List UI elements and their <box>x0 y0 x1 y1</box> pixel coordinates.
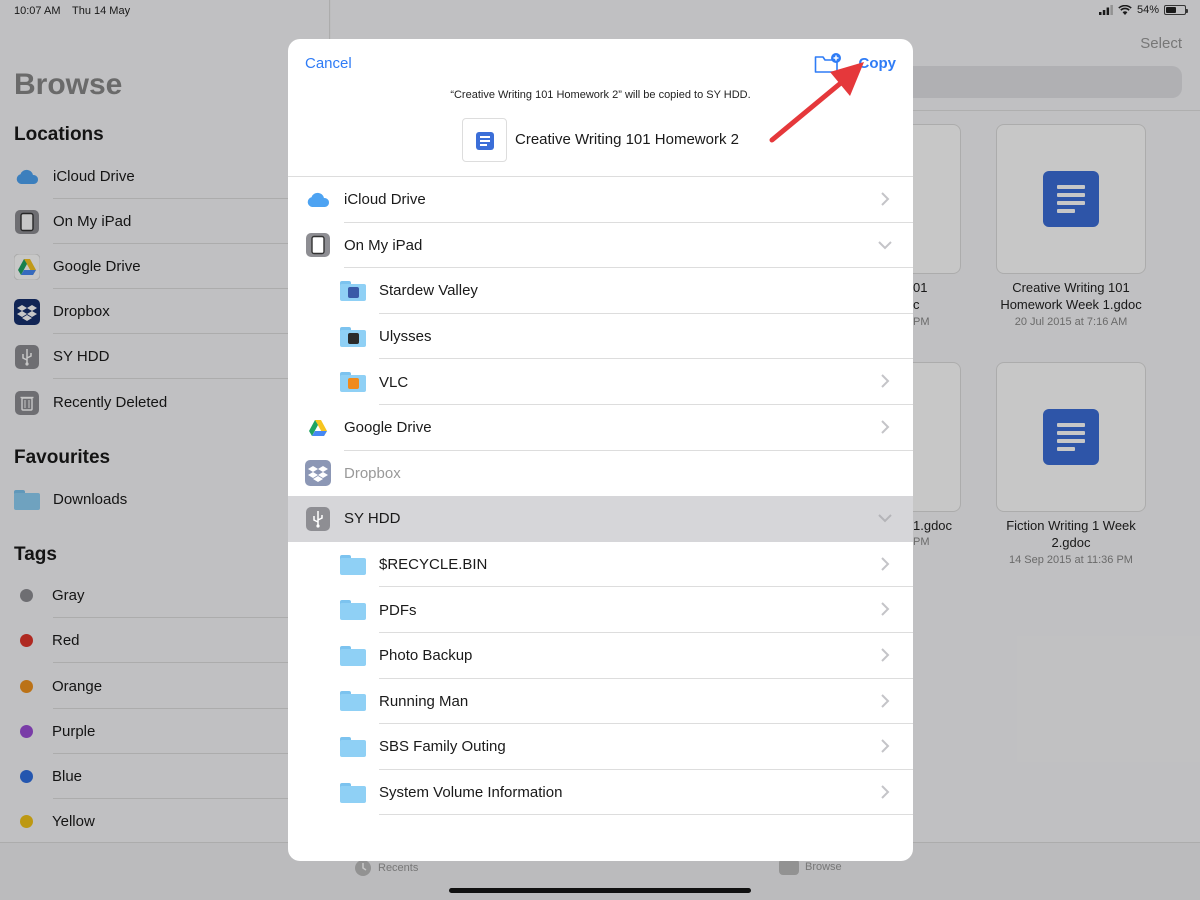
vlc-folder-icon <box>340 369 366 395</box>
chevron-down-icon <box>878 240 892 250</box>
row-label: System Volume Information <box>379 784 563 802</box>
folder-icon <box>340 688 366 714</box>
location-row-pdfs[interactable]: PDFs <box>288 587 913 633</box>
row-label: Dropbox <box>344 464 401 482</box>
location-row-photo-backup[interactable]: Photo Backup <box>288 633 913 679</box>
chevron-right-icon <box>881 648 890 662</box>
red-annotation-arrow-icon <box>769 62 864 143</box>
location-row-system-volume-information[interactable]: System Volume Information <box>288 770 913 816</box>
location-row-vlc[interactable]: VLC <box>288 359 913 405</box>
row-label: Photo Backup <box>379 647 473 665</box>
chevron-right-icon <box>881 420 890 434</box>
row-label: Running Man <box>379 692 469 710</box>
chevron-right-icon <box>881 602 890 617</box>
folder-icon <box>340 597 366 623</box>
ipad-icon <box>305 232 331 258</box>
document-title: Creative Writing 101 Homework 2 <box>515 131 739 148</box>
chevron-right-icon <box>881 693 890 708</box>
chevron-right-icon <box>881 192 890 206</box>
row-label: VLC <box>379 373 409 391</box>
location-row-sbs-family-outing[interactable]: SBS Family Outing <box>288 724 913 770</box>
row-label: SBS Family Outing <box>379 738 506 756</box>
location-row-icloud-drive[interactable]: iCloud Drive <box>288 177 913 223</box>
ulysses-folder-icon <box>340 324 366 350</box>
location-row-google-drive[interactable]: Google Drive <box>288 405 913 451</box>
row-label: Ulysses <box>379 328 432 346</box>
row-label: On My iPad <box>344 236 423 254</box>
chevron-right-icon <box>881 374 890 389</box>
folder-icon <box>340 780 366 806</box>
row-label: Stardew Valley <box>379 282 478 300</box>
chevron-right-icon <box>881 557 890 571</box>
location-row-stardew-valley[interactable]: Stardew Valley <box>288 268 913 314</box>
google-drive-icon <box>305 415 331 441</box>
location-row-ulysses[interactable]: Ulysses <box>288 314 913 360</box>
location-row-running-man[interactable]: Running Man <box>288 679 913 725</box>
document-preview <box>462 118 507 162</box>
usb-drive-icon <box>305 506 331 532</box>
location-list: iCloud Drive On My iPad Stardew Valley U… <box>288 177 913 816</box>
row-label: iCloud Drive <box>344 191 426 209</box>
row-label: Google Drive <box>344 419 432 437</box>
icloud-icon <box>305 187 331 213</box>
chevron-right-icon <box>881 785 890 799</box>
location-row-recycle-bin[interactable]: $RECYCLE.BIN <box>288 542 913 588</box>
copy-destination-sheet: Cancel Copy “Creative Writing 101 Homewo… <box>288 39 913 861</box>
cancel-button[interactable]: Cancel <box>305 55 352 72</box>
location-row-dropbox[interactable]: Dropbox <box>288 451 913 497</box>
folder-icon <box>340 552 366 578</box>
row-label: PDFs <box>379 601 417 619</box>
home-indicator <box>449 888 751 893</box>
row-label: SY HDD <box>344 510 401 528</box>
document-icon <box>476 132 494 150</box>
dropbox-icon <box>305 460 331 487</box>
chevron-down-icon <box>878 514 892 523</box>
location-row-sy-hdd[interactable]: SY HDD <box>288 496 913 542</box>
stardew-folder-icon <box>340 278 366 304</box>
row-label: $RECYCLE.BIN <box>379 556 488 574</box>
folder-icon <box>340 643 366 669</box>
folder-icon <box>340 734 366 760</box>
chevron-right-icon <box>881 739 890 753</box>
location-row-on-my-ipad[interactable]: On My iPad <box>288 223 913 269</box>
